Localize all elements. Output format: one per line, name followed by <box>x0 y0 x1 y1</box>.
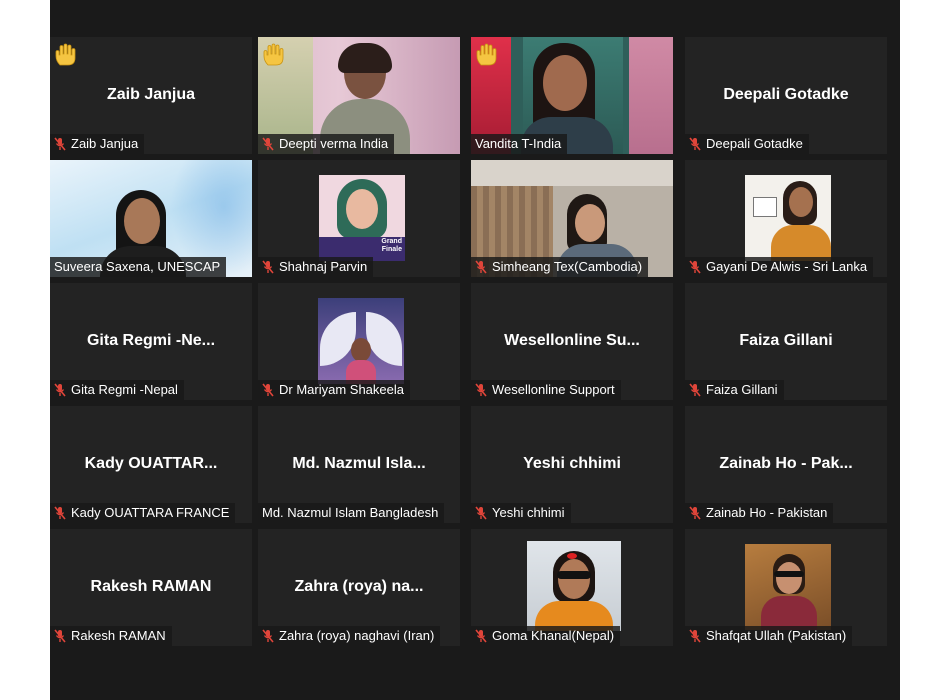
raised-hand-icon <box>263 43 284 66</box>
muted-mic-icon <box>475 260 487 274</box>
participant-name: Deepali Gotadke <box>706 136 803 151</box>
participant-display-name: Rakesh RAMAN <box>90 577 212 595</box>
video-gallery: Zaib Janjua Zaib Janjua Deepti verma Ind… <box>50 0 900 700</box>
participant-name-label: Deepti verma India <box>258 134 395 154</box>
participant-name: Rakesh RAMAN <box>71 628 166 643</box>
muted-mic-icon <box>262 137 274 151</box>
participant-name-label: Gayani De Alwis - Sri Lanka <box>685 257 874 277</box>
participant-photo <box>527 541 621 631</box>
participant-photo <box>745 544 831 630</box>
muted-mic-icon <box>689 137 701 151</box>
participant-display-name: Wesellonline Su... <box>504 331 640 349</box>
participant-tile[interactable]: Rakesh RAMAN Rakesh RAMAN <box>50 529 252 646</box>
participant-name-label: Zaib Janjua <box>50 134 145 154</box>
muted-mic-icon <box>262 383 274 397</box>
participant-name-label: Vandita T-India <box>471 134 568 154</box>
participant-name: Suveera Saxena, UNESCAP <box>54 259 221 274</box>
participant-name-label: Md. Nazmul Islam Bangladesh <box>258 503 445 523</box>
participant-display-name: Kady OUATTAR... <box>84 454 218 472</box>
participant-name: Goma Khanal(Nepal) <box>492 628 615 643</box>
participant-tile[interactable]: Md. Nazmul Isla... Md. Nazmul Islam Bang… <box>258 406 460 523</box>
participant-tile[interactable]: Simheang Tex(Cambodia) <box>471 160 673 277</box>
raised-hand-icon <box>55 43 76 66</box>
participant-name-label: Shafqat Ullah (Pakistan) <box>685 626 853 646</box>
participant-name-label: Zahra (roya) naghavi (Iran) <box>258 626 441 646</box>
muted-mic-icon <box>54 506 66 520</box>
banner-text: Grand Finale <box>381 238 402 253</box>
participant-name-label: Shahnaj Parvin <box>258 257 374 277</box>
participant-display-name: Md. Nazmul Isla... <box>292 454 426 472</box>
participant-name-label: Zainab Ho - Pakistan <box>685 503 834 523</box>
muted-mic-icon <box>689 506 701 520</box>
participant-name: Deepti verma India <box>279 136 389 151</box>
participant-tile[interactable]: Faiza Gillani Faiza Gillani <box>685 283 887 400</box>
muted-mic-icon <box>54 383 66 397</box>
participant-display-name: Yeshi chhimi <box>523 454 621 472</box>
participant-tile[interactable]: Zaib Janjua Zaib Janjua <box>50 37 252 154</box>
participant-name-label: Yeshi chhimi <box>471 503 571 523</box>
participant-name-label: Wesellonline Support <box>471 380 621 400</box>
participant-name: Shahnaj Parvin <box>279 259 368 274</box>
muted-mic-icon <box>689 629 701 643</box>
participant-name: Zaib Janjua <box>71 136 139 151</box>
participant-tile[interactable]: Shafqat Ullah (Pakistan) <box>685 529 887 646</box>
participant-tile[interactable]: Goma Khanal(Nepal) <box>471 529 673 646</box>
participant-name: Shafqat Ullah (Pakistan) <box>706 628 847 643</box>
participant-name: Vandita T-India <box>475 136 562 151</box>
participant-name: Faiza Gillani <box>706 382 778 397</box>
participant-tile[interactable]: Zainab Ho - Pak... Zainab Ho - Pakistan <box>685 406 887 523</box>
participant-name: Wesellonline Support <box>492 382 615 397</box>
participant-tile[interactable]: Deepti verma India <box>258 37 460 154</box>
participant-tile[interactable]: Deepali Gotadke Deepali Gotadke <box>685 37 887 154</box>
participant-name-label: Suveera Saxena, UNESCAP <box>50 257 227 277</box>
participant-photo <box>745 175 831 261</box>
participant-name: Zahra (roya) naghavi (Iran) <box>279 628 435 643</box>
participant-tile[interactable]: Gayani De Alwis - Sri Lanka <box>685 160 887 277</box>
participant-name: Kady OUATTARA FRANCE <box>71 505 230 520</box>
muted-mic-icon <box>262 629 274 643</box>
participant-name-label: Rakesh RAMAN <box>50 626 172 646</box>
participant-name: Yeshi chhimi <box>492 505 565 520</box>
muted-mic-icon <box>54 629 66 643</box>
participant-tile[interactable]: Wesellonline Su... Wesellonline Support <box>471 283 673 400</box>
muted-mic-icon <box>689 260 701 274</box>
muted-mic-icon <box>54 137 66 151</box>
participant-display-name: Faiza Gillani <box>739 331 833 349</box>
participant-name: Simheang Tex(Cambodia) <box>492 259 643 274</box>
participant-display-name: Zaib Janjua <box>106 85 196 103</box>
muted-mic-icon <box>475 506 487 520</box>
participant-tile[interactable]: Dr Mariyam Shakeela <box>258 283 460 400</box>
muted-mic-icon <box>689 383 701 397</box>
participant-name-label: Gita Regmi -Nepal <box>50 380 184 400</box>
participant-photo: Grand Finale <box>319 175 405 261</box>
participant-display-name: Gita Regmi -Ne... <box>86 331 216 349</box>
participant-display-name: Zahra (roya) na... <box>294 577 424 595</box>
participant-tile[interactable]: Yeshi chhimi Yeshi chhimi <box>471 406 673 523</box>
participant-name: Zainab Ho - Pakistan <box>706 505 828 520</box>
participant-tile[interactable]: Gita Regmi -Ne... Gita Regmi -Nepal <box>50 283 252 400</box>
participant-name-label: Faiza Gillani <box>685 380 784 400</box>
participant-tile[interactable]: Grand Finale Shahnaj Parvin <box>258 160 460 277</box>
participant-name-label: Goma Khanal(Nepal) <box>471 626 621 646</box>
participant-display-name: Zainab Ho - Pak... <box>719 454 853 472</box>
muted-mic-icon <box>262 260 274 274</box>
participant-name: Gita Regmi -Nepal <box>71 382 178 397</box>
participant-display-name: Deepali Gotadke <box>723 85 849 103</box>
participant-name-label: Simheang Tex(Cambodia) <box>471 257 649 277</box>
participant-tile[interactable]: Vandita T-India <box>471 37 673 154</box>
participant-photo <box>318 298 404 384</box>
participant-name: Gayani De Alwis - Sri Lanka <box>706 259 868 274</box>
muted-mic-icon <box>475 629 487 643</box>
participant-tile[interactable]: Zahra (roya) na... Zahra (roya) naghavi … <box>258 529 460 646</box>
participant-name-label: Kady OUATTARA FRANCE <box>50 503 236 523</box>
participant-name-label: Deepali Gotadke <box>685 134 809 154</box>
muted-mic-icon <box>475 383 487 397</box>
participant-tile[interactable]: Kady OUATTAR... Kady OUATTARA FRANCE <box>50 406 252 523</box>
participant-name-label: Dr Mariyam Shakeela <box>258 380 410 400</box>
participant-tile[interactable]: Suveera Saxena, UNESCAP <box>50 160 252 277</box>
participant-name: Dr Mariyam Shakeela <box>279 382 404 397</box>
raised-hand-icon <box>476 43 497 66</box>
participant-name: Md. Nazmul Islam Bangladesh <box>262 505 439 520</box>
